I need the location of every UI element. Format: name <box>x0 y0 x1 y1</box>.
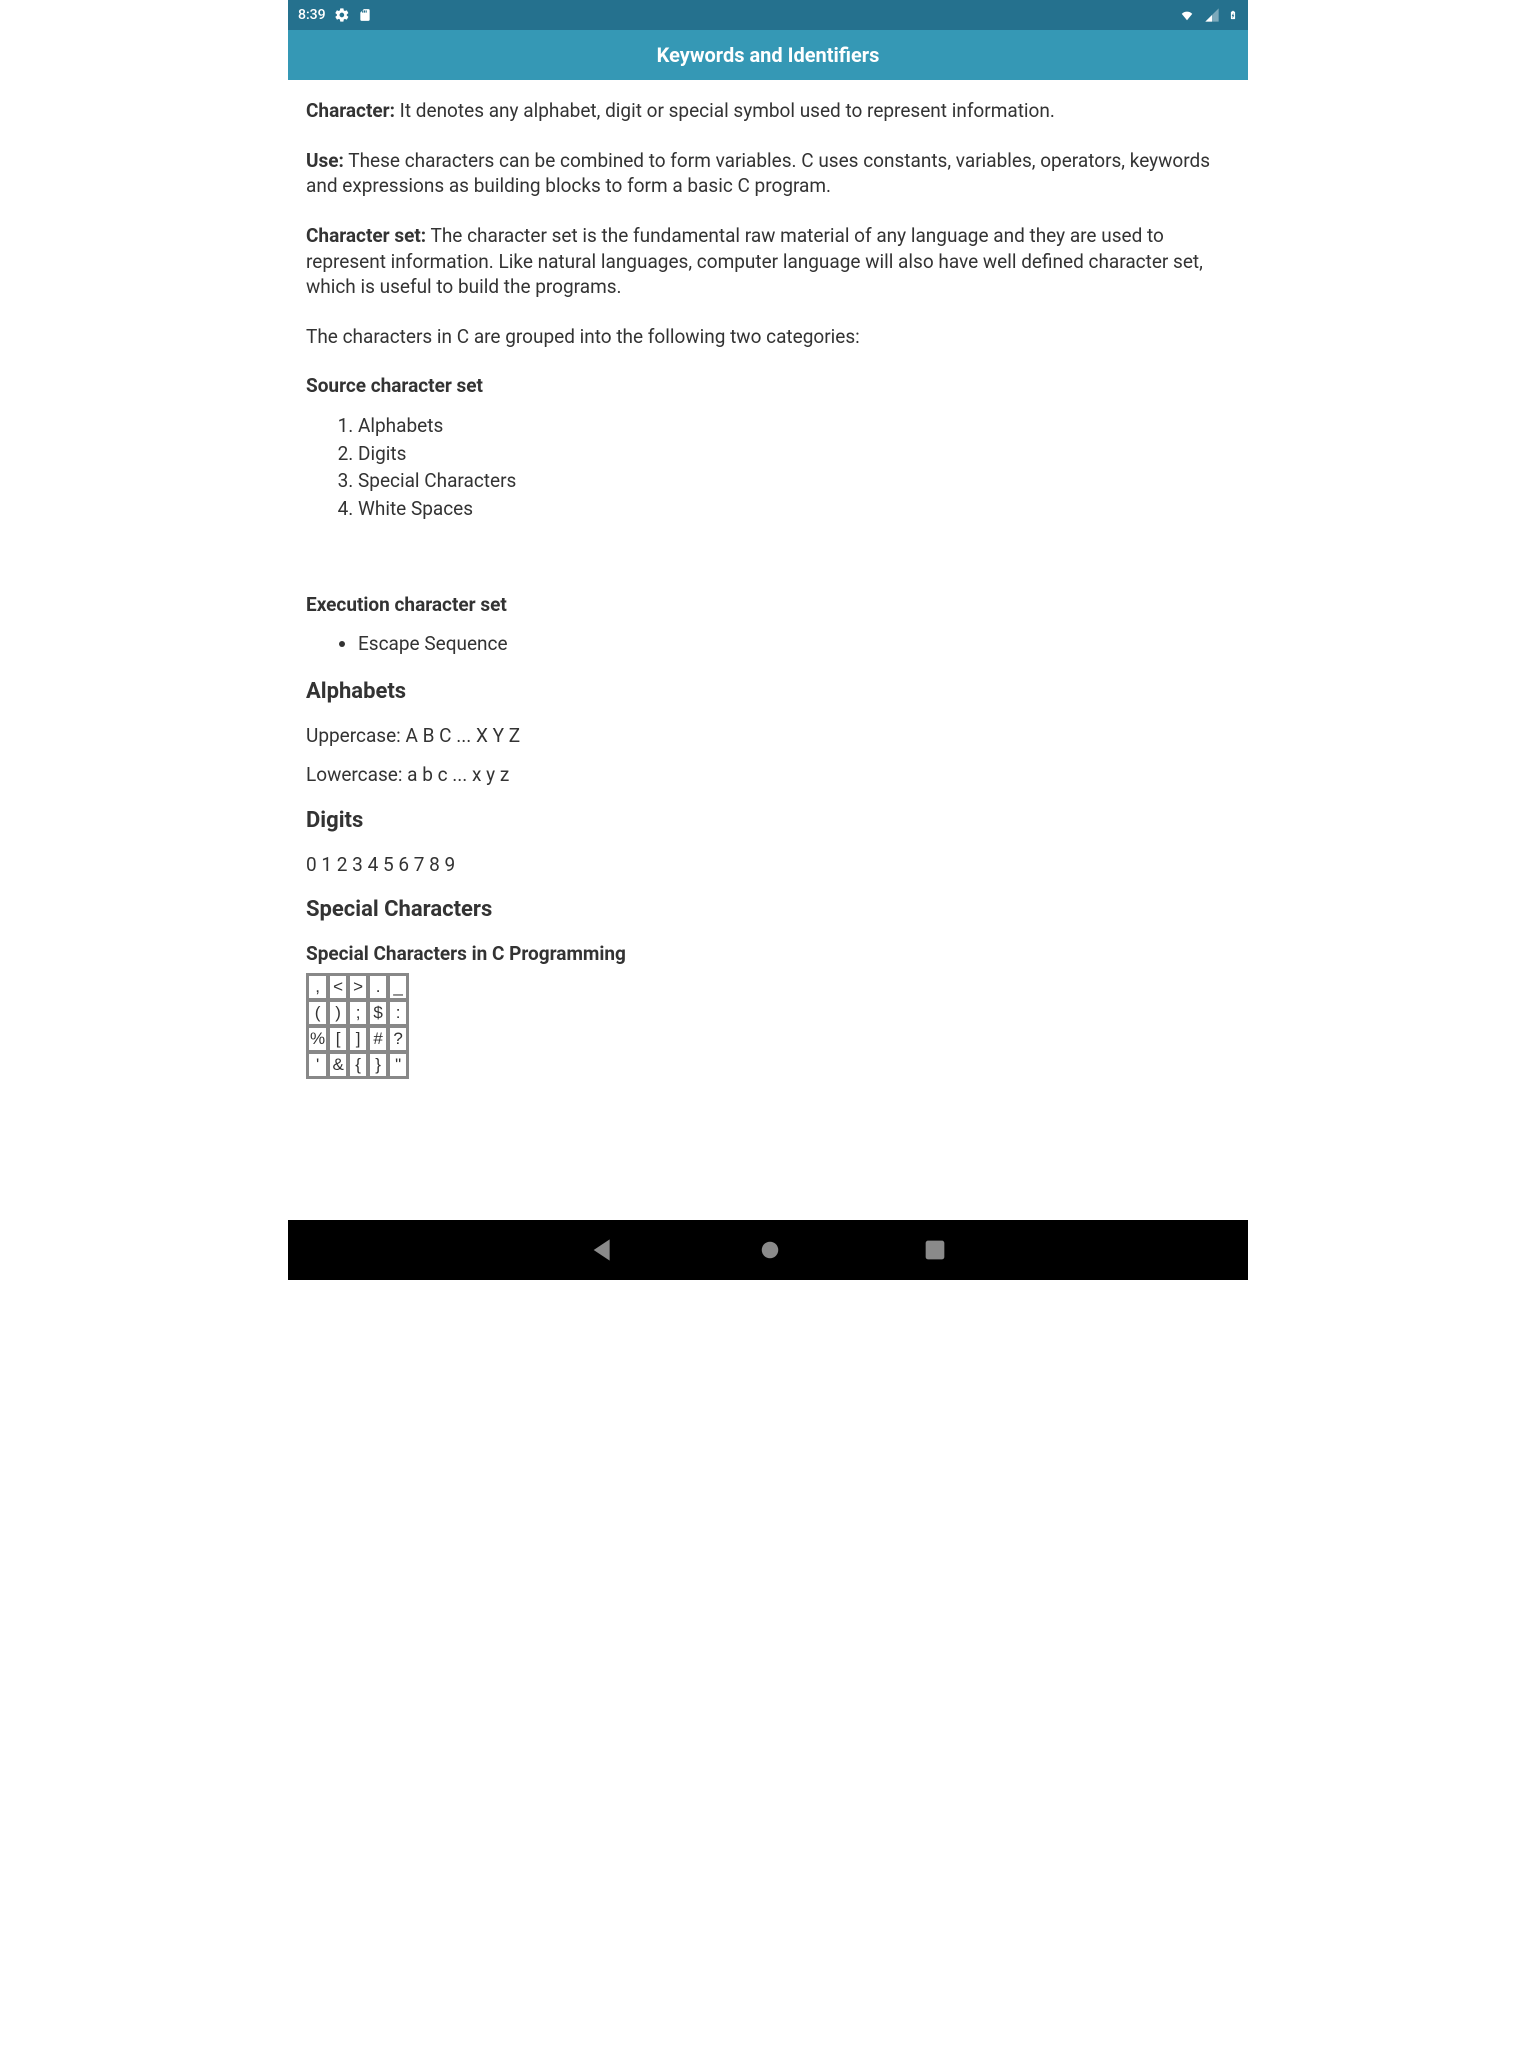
heading-digits: Digits <box>306 806 1230 836</box>
paragraph-use: Use: These characters can be combined to… <box>306 148 1230 199</box>
back-button[interactable] <box>587 1234 619 1266</box>
app-bar: Keywords and Identifiers <box>288 30 1248 80</box>
table-cell: ; <box>349 1001 367 1025</box>
text-character: It denotes any alphabet, digit or specia… <box>395 99 1055 122</box>
status-time: 8:39 <box>298 7 326 23</box>
list-item: Digits <box>358 441 1230 467</box>
navigation-bar <box>288 1220 1248 1280</box>
table-row: , < > . _ <box>308 975 407 999</box>
heading-source-set: Source character set <box>306 373 1230 399</box>
label-use: Use: <box>306 149 344 172</box>
table-row: ' & { } " <box>308 1053 407 1077</box>
table-cell: " <box>389 1053 407 1077</box>
battery-charging-icon <box>1228 7 1238 23</box>
table-cell: # <box>369 1027 387 1051</box>
line-lowercase: Lowercase: a b c ... x y z <box>306 762 1230 788</box>
status-left: 8:39 <box>298 7 372 23</box>
source-list: Alphabets Digits Special Characters Whit… <box>358 413 1230 522</box>
table-cell: [ <box>329 1027 347 1051</box>
page-title: Keywords and Identifiers <box>657 43 880 67</box>
table-caption: Special Characters in C Programming <box>306 941 1230 967</box>
text-charset: The character set is the fundamental raw… <box>306 224 1203 298</box>
status-bar: 8:39 <box>288 0 1248 30</box>
signal-icon <box>1204 7 1220 23</box>
table-cell: . <box>369 975 387 999</box>
table-cell: { <box>349 1053 367 1077</box>
table-cell: $ <box>369 1001 387 1025</box>
recents-button[interactable] <box>921 1236 949 1264</box>
sd-card-icon <box>358 7 372 23</box>
label-character: Character: <box>306 99 395 122</box>
table-cell: ( <box>308 1001 327 1025</box>
paragraph-character: Character: It denotes any alphabet, digi… <box>306 98 1230 124</box>
line-digits: 0 1 2 3 4 5 6 7 8 9 <box>306 852 1230 878</box>
list-item: White Spaces <box>358 496 1230 522</box>
exec-list: Escape Sequence <box>358 631 1230 657</box>
home-button[interactable] <box>759 1239 781 1261</box>
table-cell: % <box>308 1027 327 1051</box>
table-row: ( ) ; $ : <box>308 1001 407 1025</box>
paragraph-grouped: The characters in C are grouped into the… <box>306 324 1230 350</box>
table-cell: ] <box>349 1027 367 1051</box>
table-cell: , <box>308 975 327 999</box>
text-use: These characters can be combined to form… <box>306 149 1210 198</box>
gear-icon <box>334 7 350 23</box>
heading-exec-set: Execution character set <box>306 592 1230 618</box>
list-item: Alphabets <box>358 413 1230 439</box>
table-cell: : <box>389 1001 407 1025</box>
wifi-icon <box>1178 8 1196 22</box>
content-area[interactable]: Character: It denotes any alphabet, digi… <box>288 80 1248 1079</box>
heading-alphabets: Alphabets <box>306 677 1230 707</box>
line-uppercase: Uppercase: A B C ... X Y Z <box>306 723 1230 749</box>
table-row: % [ ] # ? <box>308 1027 407 1051</box>
table-cell: _ <box>389 975 407 999</box>
table-cell: ) <box>329 1001 347 1025</box>
table-cell: < <box>329 975 347 999</box>
table-cell: ? <box>389 1027 407 1051</box>
paragraph-charset: Character set: The character set is the … <box>306 223 1230 300</box>
table-cell: ' <box>308 1053 327 1077</box>
list-item: Escape Sequence <box>358 631 1230 657</box>
status-right <box>1178 7 1238 23</box>
table-cell: & <box>329 1053 347 1077</box>
table-cell: > <box>349 975 367 999</box>
heading-special: Special Characters <box>306 895 1230 925</box>
list-item: Special Characters <box>358 468 1230 494</box>
special-chars-table: , < > . _ ( ) ; $ : % [ ] # ? ' <box>306 973 409 1079</box>
label-charset: Character set: <box>306 224 426 247</box>
table-cell: } <box>369 1053 387 1077</box>
